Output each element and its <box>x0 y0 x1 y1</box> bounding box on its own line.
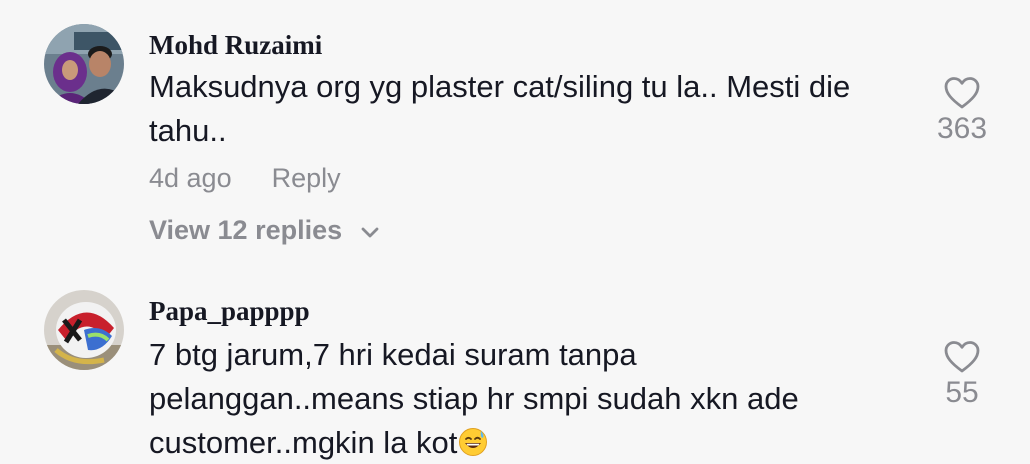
comment-text-line: 7 btg jarum,7 hri kedai suram tanpa <box>149 337 637 372</box>
reply-button[interactable]: Reply <box>272 163 341 193</box>
comment-text-line: pelanggan..means stiap hr smpi sudah xkn… <box>149 381 799 416</box>
comment-text-line-end: customer..mgkin la kot <box>149 425 458 460</box>
grinning-face-with-sweat-emoji <box>459 428 488 456</box>
like-count: 363 <box>936 112 988 145</box>
heart-outline-icon <box>944 77 980 109</box>
comment-meta: 4d ago Reply <box>149 163 341 194</box>
chevron-down-icon <box>360 216 380 247</box>
comment-username[interactable]: Mohd Ruzaimi <box>149 30 322 61</box>
comment-text: Maksudnya org yg plaster cat/siling tu l… <box>149 69 851 148</box>
like-count: 55 <box>945 376 979 409</box>
avatar[interactable] <box>44 290 124 370</box>
view-replies-label: View 12 replies <box>149 215 343 245</box>
comment-text: 7 btg jarum,7 hri kedai suram tanpa pela… <box>149 333 909 464</box>
heart-outline-icon <box>944 341 980 373</box>
comment-timestamp: 4d ago <box>149 163 232 193</box>
like-button[interactable]: 55 <box>917 340 1007 410</box>
avatar[interactable] <box>44 24 124 104</box>
like-button[interactable]: 363 <box>917 76 1007 146</box>
view-replies-button[interactable]: View 12 replies <box>149 215 380 247</box>
comment-text-line: customer..mgkin la kot <box>149 421 909 464</box>
comment-username[interactable]: Papa_papppp <box>149 296 310 327</box>
